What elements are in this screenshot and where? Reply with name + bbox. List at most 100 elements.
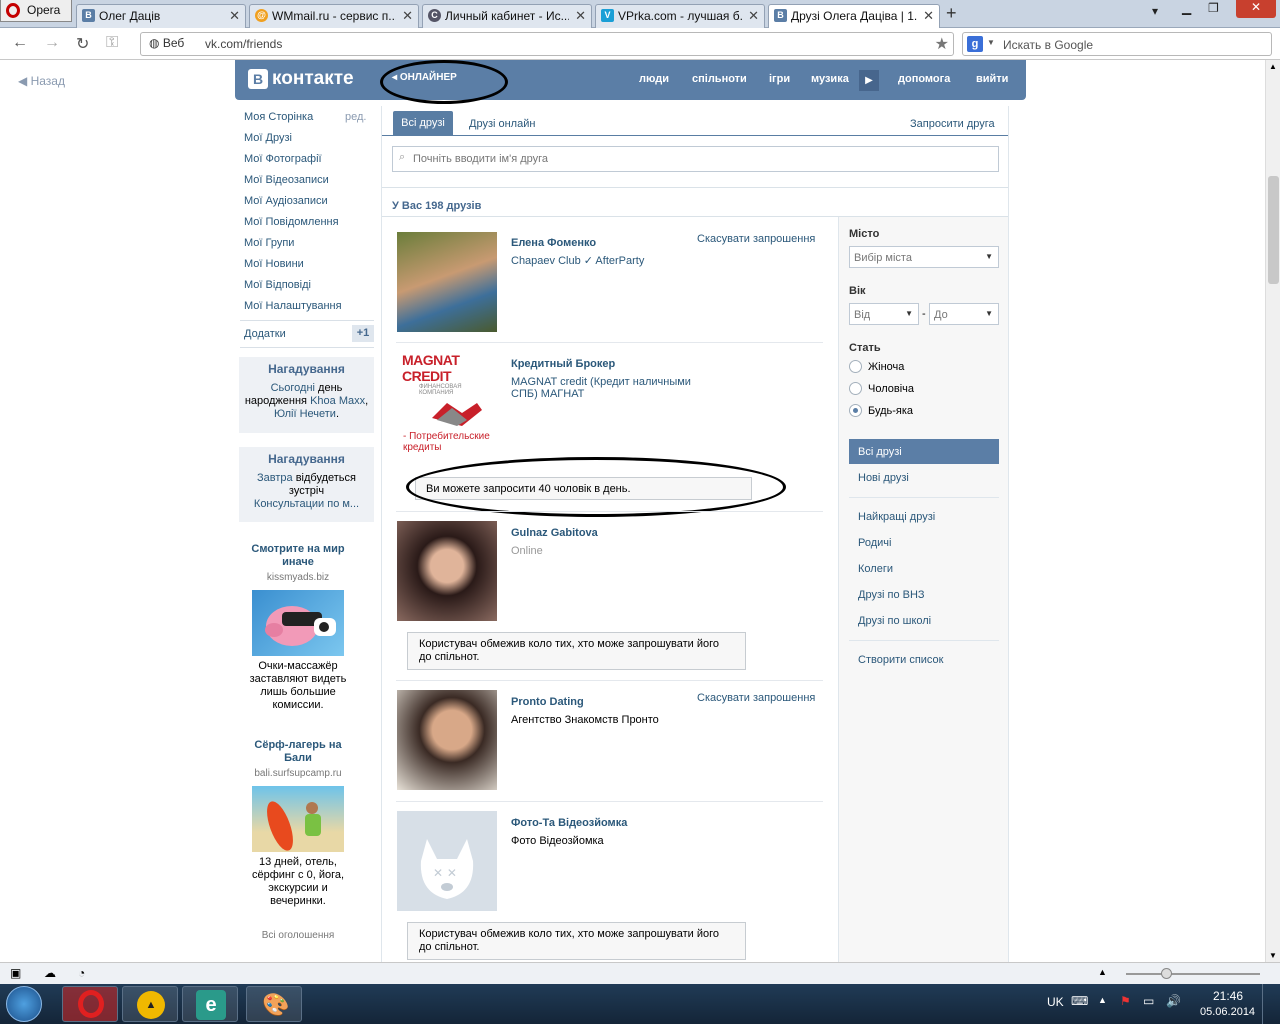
list-new-friends[interactable]: Нові друзі [858, 472, 909, 484]
friend-subtitle[interactable]: Агентство Знакомств Пронто [511, 714, 691, 726]
scrollbar-thumb[interactable] [1268, 176, 1279, 284]
taskbar-app-2[interactable]: ▲ [122, 986, 178, 1022]
cancel-request-link[interactable]: Скасувати запрошення [697, 692, 815, 704]
close-tab-icon[interactable]: ✕ [229, 5, 240, 27]
address-bar[interactable]: ◍ Веб vk.com/friends ★ [140, 32, 954, 56]
ad-block-2[interactable]: Сёрф-лагерь на Бали bali.surfsupcamp.ru … [240, 739, 356, 908]
browser-tab-1[interactable]: В Олег Дацiв ✕ [76, 4, 246, 28]
scroll-up-icon[interactable]: ▲ [1269, 62, 1277, 71]
all-ads-link[interactable]: Всі оголошення [240, 930, 356, 941]
menu-my-friends[interactable]: Мої Друзі [244, 132, 292, 144]
zoom-slider-handle[interactable] [1161, 968, 1172, 979]
cancel-request-link[interactable]: Скасувати запрошення [697, 233, 815, 245]
browser-tab-3[interactable]: C Личный кабинет - Ис... ✕ [422, 4, 592, 28]
nav-people[interactable]: люди [639, 73, 669, 85]
tab-all-friends[interactable]: Всі друзі [393, 111, 453, 136]
close-tab-icon[interactable]: ✕ [923, 5, 934, 27]
nav-logout[interactable]: вийти [976, 73, 1008, 85]
friend-photo[interactable] [397, 232, 497, 332]
close-tab-icon[interactable]: ✕ [402, 5, 413, 27]
close-tab-icon[interactable]: ✕ [748, 5, 759, 27]
chevron-down-icon[interactable]: ▼ [987, 38, 995, 47]
clock-time[interactable]: 21:46 [1213, 989, 1243, 1003]
network-warning-icon[interactable]: ⚑ [1120, 994, 1131, 1008]
clock-date[interactable]: 05.06.2014 [1200, 1006, 1255, 1018]
create-list-link[interactable]: Створити список [858, 654, 943, 666]
monitor-icon[interactable]: ▭ [1143, 994, 1154, 1008]
nav-help[interactable]: допомога [898, 73, 950, 85]
friend-name[interactable]: Gulnaz Gabitova [511, 527, 598, 539]
restore-icon[interactable]: ❐ [1208, 1, 1219, 19]
keyboard-icon[interactable]: ⌨ [1071, 994, 1088, 1008]
menu-my-answers[interactable]: Мої Відповіді [244, 279, 311, 291]
friend-photo[interactable] [397, 521, 497, 621]
nav-communities[interactable]: спільноти [692, 73, 747, 85]
friend-name[interactable]: Pronto Dating [511, 696, 584, 708]
ad-title[interactable]: Смотрите на мир иначе [240, 543, 356, 569]
menu-my-groups[interactable]: Мої Групи [244, 237, 294, 249]
invite-friend-link[interactable]: Запросити друга [910, 118, 995, 130]
show-desktop-button[interactable] [1262, 984, 1280, 1024]
key-icon[interactable]: ⚿ [106, 34, 118, 52]
browser-tab-2[interactable]: @ WMmail.ru - сервис п... ✕ [249, 4, 419, 28]
ad-image-surf[interactable] [252, 786, 344, 852]
back-link[interactable]: ◀ Назад [18, 74, 65, 88]
friend-subtitle[interactable]: Фото Відеозйомка [511, 835, 691, 847]
list-best-friends[interactable]: Найкращі друзі [858, 511, 935, 523]
menu-my-news[interactable]: Мої Новини [244, 258, 304, 270]
browser-tab-5-active[interactable]: В Друзi Олега Дацiва | 1... ✕ [768, 4, 940, 29]
friend-subtitle[interactable]: MAGNAT credit (Кредит наличными СПБ) МАГ… [511, 376, 691, 400]
friend-subtitle[interactable]: Chapaev Club ✓ AfterParty [511, 255, 691, 267]
nav-music[interactable]: музика [811, 73, 849, 85]
ad-title[interactable]: Сёрф-лагерь на Бали [240, 739, 356, 765]
friend-photo-placeholder[interactable]: ✕ ✕ [397, 811, 497, 911]
scroll-down-icon[interactable]: ▼ [1269, 951, 1277, 960]
bookmark-star-icon[interactable]: ★ [935, 34, 949, 54]
menu-my-videos[interactable]: Мої Відеозаписи [244, 174, 329, 186]
opera-menu-button[interactable]: Opera [0, 0, 72, 22]
minimize-icon[interactable]: ▁ [1182, 1, 1191, 19]
play-arrow-icon[interactable]: ▶ [859, 70, 879, 91]
menu-my-audio[interactable]: Мої Аудіозаписи [244, 195, 328, 207]
new-tab-icon[interactable]: + [946, 3, 957, 24]
turbo-icon[interactable]: ◔ [78, 966, 85, 980]
volume-icon[interactable]: 🔊 [1166, 994, 1181, 1008]
city-select[interactable]: Вибір міста ▼ [849, 246, 999, 268]
vk-logo-icon[interactable]: В [248, 69, 268, 89]
menu-my-photos[interactable]: Мої Фотографії [244, 153, 322, 165]
reminder-link[interactable]: Юлії Нечети [274, 408, 336, 420]
edit-link[interactable]: ред. [345, 111, 366, 123]
friend-search-input[interactable]: ⌕ Почніть вводити ім'я друга [392, 146, 999, 172]
list-school-friends[interactable]: Друзі по школі [858, 615, 931, 627]
panel-toggle-icon[interactable]: ▣ [10, 966, 21, 980]
friend-name[interactable]: Фото-Та Відеозйомка [511, 817, 627, 829]
reminder-link[interactable]: Консультации по м... [254, 498, 359, 510]
vk-logo-text[interactable]: контакте [272, 68, 354, 90]
tab-online-friends[interactable]: Друзі онлайн [469, 118, 535, 130]
browser-tab-4[interactable]: V VPrka.com - лучшая б... ✕ [595, 4, 765, 28]
reminder-link[interactable]: Завтра [257, 472, 293, 484]
friend-name[interactable]: Кредитный Брокер [511, 358, 615, 370]
list-all-friends[interactable]: Всі друзі [849, 439, 999, 464]
taskbar-opera[interactable] [62, 986, 118, 1022]
tray-expand-icon[interactable]: ▲ [1098, 995, 1107, 1005]
friend-name[interactable]: Елена Фоменко [511, 237, 596, 249]
page-scrollbar[interactable]: ▲ ▼ [1265, 60, 1280, 962]
forward-arrow-icon[interactable]: → [44, 34, 60, 52]
ad-block-1[interactable]: Смотрите на мир иначе kissmyads.biz Очки… [240, 543, 356, 712]
taskbar-app-3[interactable]: e [182, 986, 238, 1022]
age-to-select[interactable]: До ▼ [929, 303, 999, 325]
zoom-slider[interactable] [1126, 973, 1260, 975]
cloud-icon[interactable]: ☁ [44, 966, 56, 980]
tab-list-icon[interactable]: ▾ [1152, 4, 1158, 22]
friend-photo[interactable] [397, 690, 497, 790]
taskbar-paint[interactable]: 🎨 [246, 986, 302, 1022]
back-arrow-icon[interactable]: ← [12, 34, 28, 52]
menu-my-page[interactable]: Моя Сторінка [244, 111, 313, 123]
friend-photo-magnat[interactable]: MAGNAT CREDIT ФИНАНСОВАЯ КОМПАНИЯ - Потр… [397, 352, 497, 453]
close-tab-icon[interactable]: ✕ [575, 5, 586, 27]
list-university-friends[interactable]: Друзі по ВНЗ [858, 589, 925, 601]
language-indicator[interactable]: UK [1047, 995, 1064, 1009]
menu-my-messages[interactable]: Мої Повідомлення [244, 216, 339, 228]
reminder-link[interactable]: Khoa Maxx [310, 395, 365, 407]
